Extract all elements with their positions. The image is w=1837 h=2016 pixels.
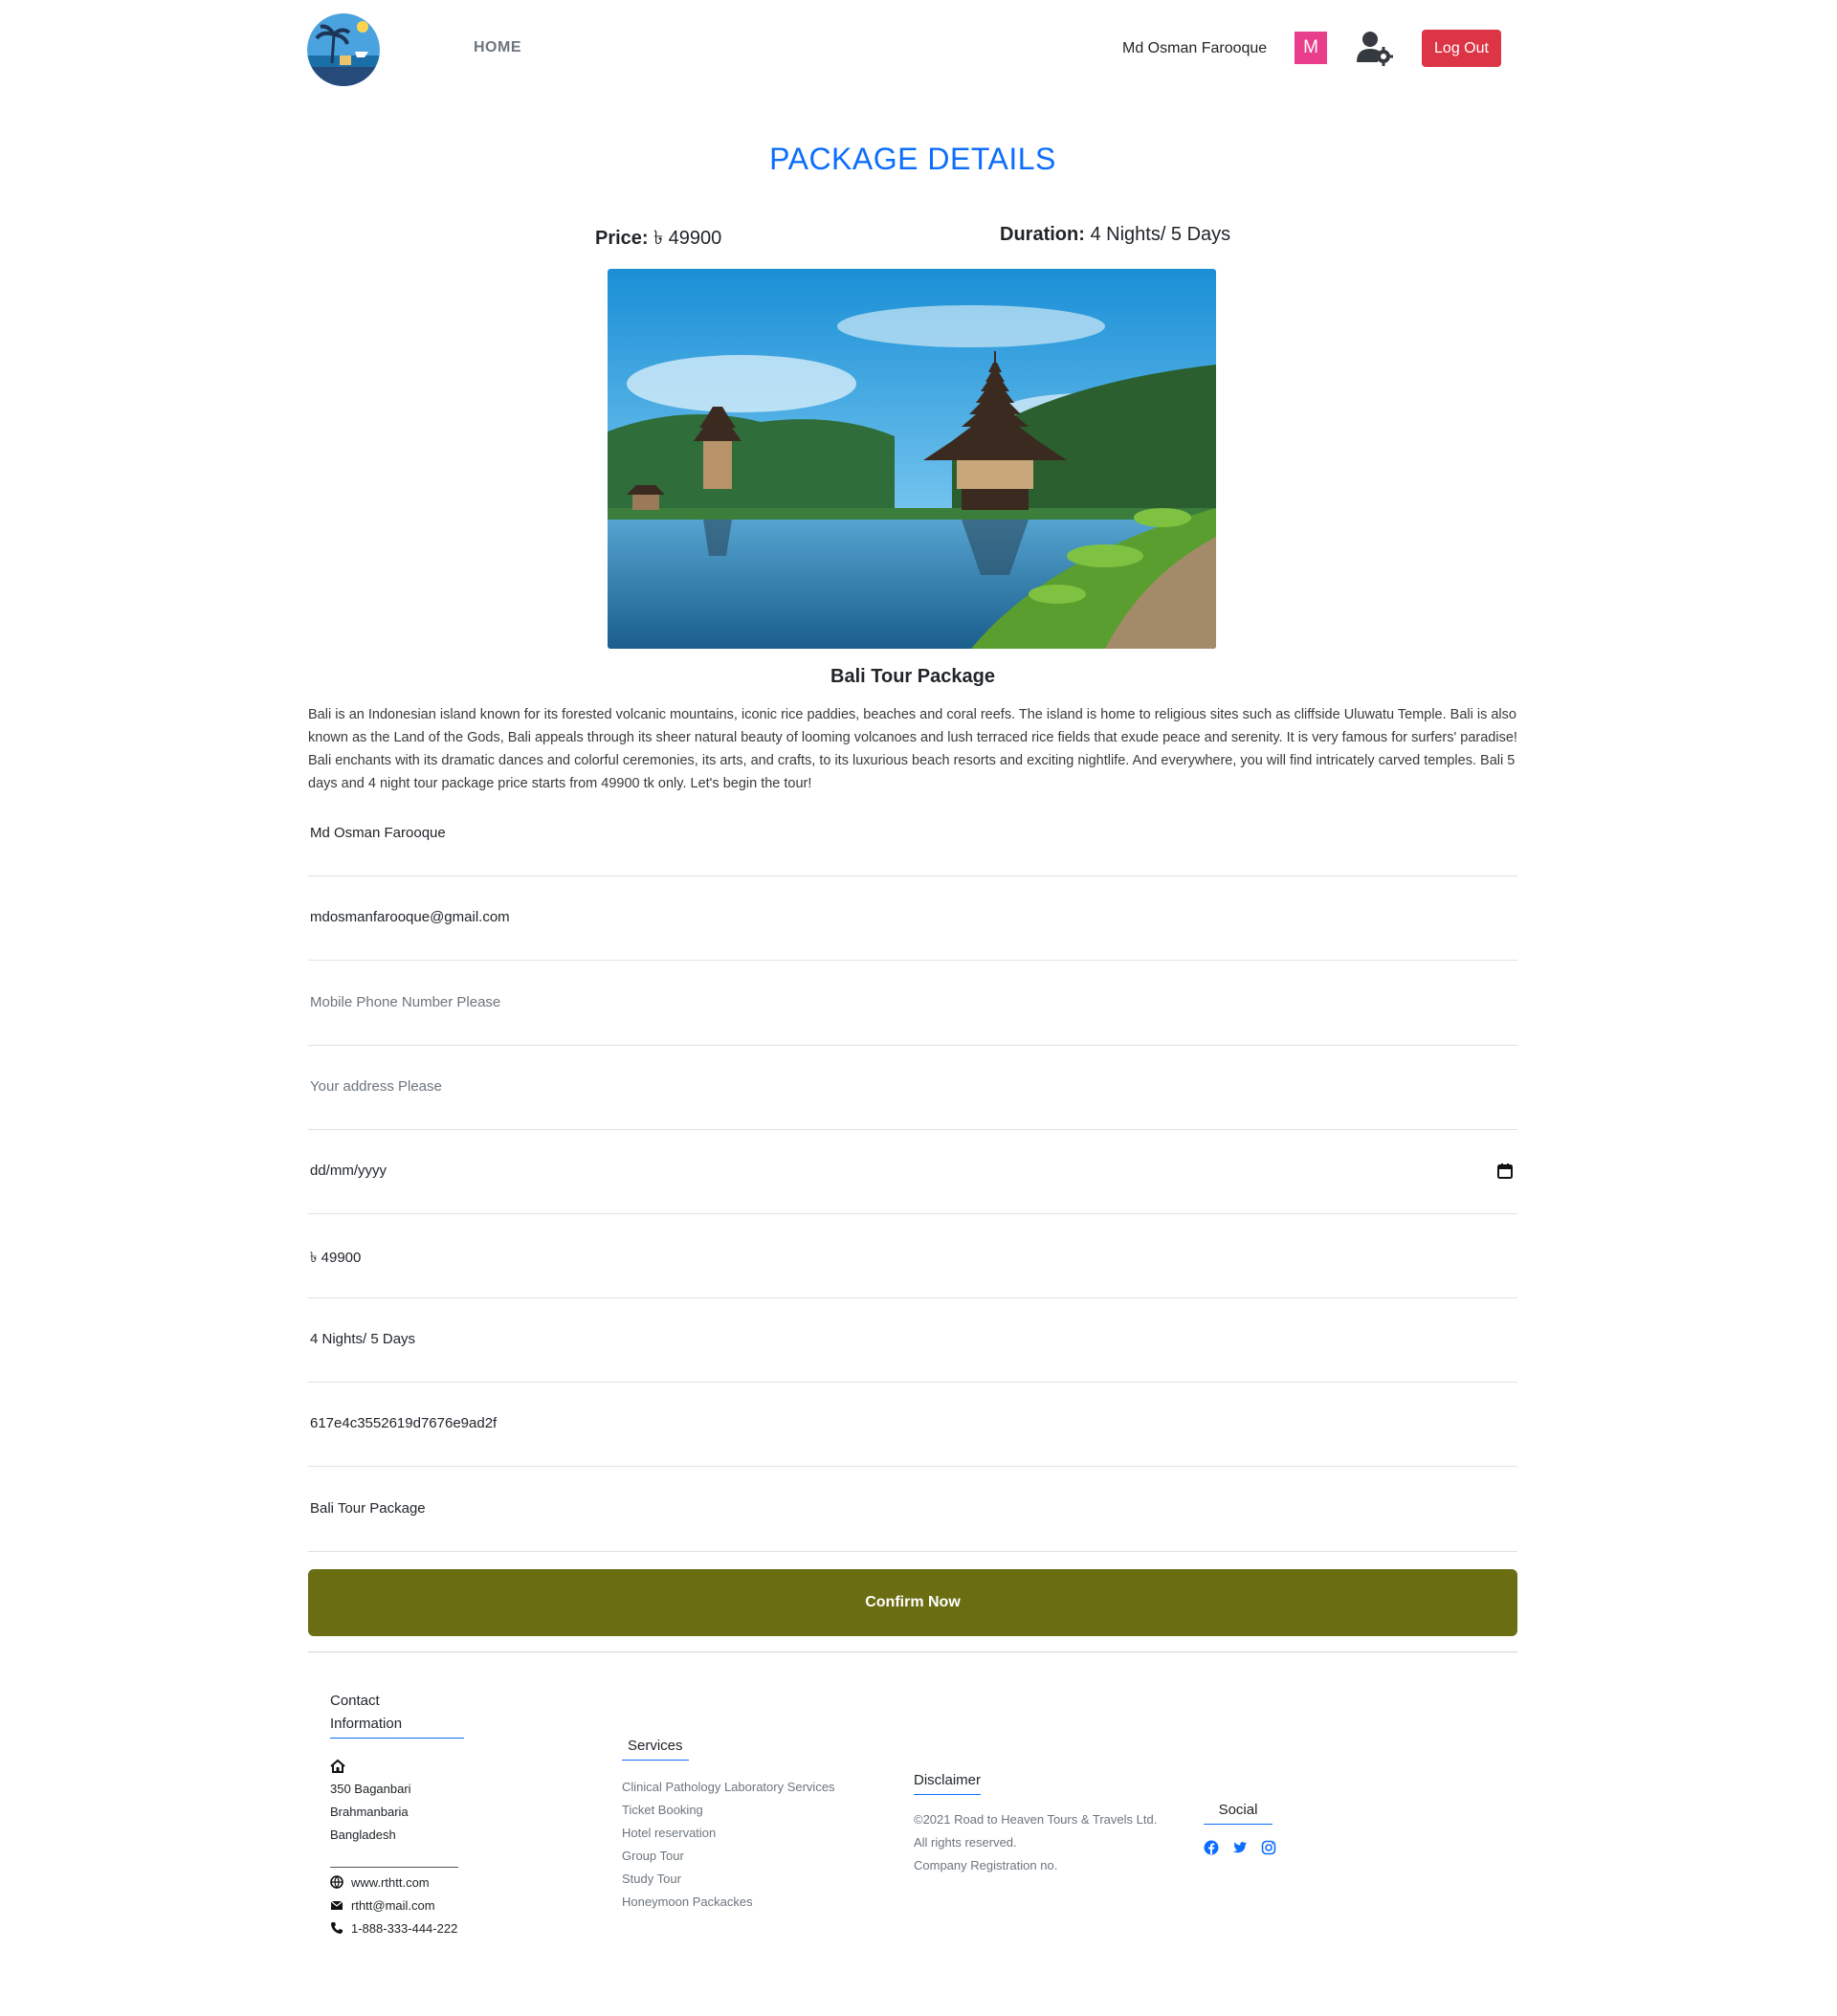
phone-link[interactable]: 1-888-333-444-222	[351, 1921, 457, 1936]
contact-separator	[330, 1867, 458, 1868]
disclaimer-heading: Disclaimer	[914, 1769, 982, 1795]
address-input[interactable]: Your address Please	[308, 1046, 1517, 1130]
phone-input[interactable]: Mobile Phone Number Please	[308, 962, 1517, 1046]
phone-row[interactable]: 1-888-333-444-222	[330, 1917, 457, 1940]
phone-input-placeholder: Mobile Phone Number Please	[310, 994, 501, 1010]
user-settings-icon[interactable]	[1357, 30, 1393, 66]
page-title: PACKAGE DETAILS	[769, 142, 1056, 176]
email-link[interactable]: rthtt@mail.com	[351, 1898, 435, 1913]
header: HOME Md Osman Farooque M Log Out	[0, 0, 1837, 100]
phone-icon	[330, 1919, 343, 1934]
instagram-icon[interactable]	[1261, 1840, 1276, 1855]
confirm-button[interactable]: Confirm Now	[308, 1569, 1517, 1636]
site-logo[interactable]	[307, 13, 380, 86]
address-line-1: 350 Baganbari	[330, 1782, 411, 1796]
date-input-placeholder: dd/mm/yyyy	[310, 1163, 387, 1179]
service-item[interactable]: Ticket Booking	[622, 1799, 703, 1822]
date-input[interactable]: dd/mm/yyyy	[308, 1130, 1517, 1214]
services-heading: Services	[622, 1735, 689, 1761]
services-heading-text: Services	[628, 1738, 683, 1754]
price-summary: Price: ৳ 49900	[595, 224, 721, 255]
service-item[interactable]: Hotel reservation	[622, 1822, 716, 1845]
service-item[interactable]: Clinical Pathology Laboratory Services	[622, 1776, 835, 1799]
globe-icon	[330, 1873, 343, 1890]
package-name-heading: Bali Tour Package	[830, 666, 995, 687]
package-description: Bali is an Indonesian island known for i…	[308, 707, 1517, 791]
contact-heading-line2: Information	[330, 1716, 403, 1732]
name-field-value: Md Osman Farooque	[310, 825, 446, 841]
logout-button[interactable]: Log Out	[1422, 30, 1501, 67]
user-avatar[interactable]: M	[1295, 32, 1327, 64]
footer-divider	[308, 1651, 1517, 1652]
registration-text: Company Registration no.	[914, 1858, 1058, 1872]
contact-heading-line1: Contact	[330, 1693, 380, 1709]
duration-value: 4 Nights/ 5 Days	[1090, 224, 1231, 245]
address-line-3: Bangladesh	[330, 1828, 396, 1842]
package-id-field-value: 617e4c3552619d7676e9ad2f	[310, 1415, 498, 1431]
home-icon	[330, 1759, 345, 1774]
email-field[interactable]: mdosmanfarooque@gmail.com	[308, 876, 1517, 961]
duration-field-value: 4 Nights/ 5 Days	[310, 1331, 416, 1347]
package-name-field[interactable]: Bali Tour Package	[308, 1468, 1517, 1552]
website-row[interactable]: www.rthtt.com	[330, 1872, 430, 1894]
calendar-icon[interactable]	[1496, 1163, 1514, 1180]
nav-home-link[interactable]: HOME	[474, 39, 521, 56]
price-field[interactable]: ৳ 49900	[308, 1214, 1517, 1298]
copyright-text: ©2021 Road to Heaven Tours & Travels Ltd…	[914, 1812, 1158, 1827]
envelope-icon	[330, 1896, 343, 1910]
package-image	[608, 269, 1216, 649]
facebook-icon[interactable]	[1204, 1840, 1219, 1855]
rights-text: All rights reserved.	[914, 1835, 1017, 1850]
twitter-icon[interactable]	[1232, 1840, 1248, 1855]
price-label: Price:	[595, 228, 649, 249]
social-heading: Social	[1204, 1799, 1273, 1825]
price-field-value: ৳ 49900	[310, 1250, 362, 1266]
email-row[interactable]: rthtt@mail.com	[330, 1894, 435, 1917]
contact-heading: Contact Information	[330, 1690, 464, 1739]
duration-label: Duration:	[1000, 224, 1085, 245]
package-name-field-value: Bali Tour Package	[310, 1500, 426, 1517]
price-value: ৳ 49900	[653, 228, 722, 249]
address-line-2: Brahmanbaria	[330, 1805, 409, 1819]
user-display-name: Md Osman Farooque	[1122, 40, 1268, 56]
service-item[interactable]: Honeymoon Packackes	[622, 1891, 753, 1914]
address-input-placeholder: Your address Please	[310, 1078, 442, 1095]
duration-field[interactable]: 4 Nights/ 5 Days	[308, 1298, 1517, 1383]
name-field[interactable]: Md Osman Farooque	[308, 792, 1517, 876]
service-item[interactable]: Group Tour	[622, 1845, 684, 1868]
package-id-field[interactable]: 617e4c3552619d7676e9ad2f	[308, 1383, 1517, 1467]
email-field-value: mdosmanfarooque@gmail.com	[310, 909, 510, 925]
service-item[interactable]: Study Tour	[622, 1868, 681, 1891]
duration-summary: Duration: 4 Nights/ 5 Days	[1000, 224, 1230, 246]
website-link[interactable]: www.rthtt.com	[351, 1875, 430, 1890]
